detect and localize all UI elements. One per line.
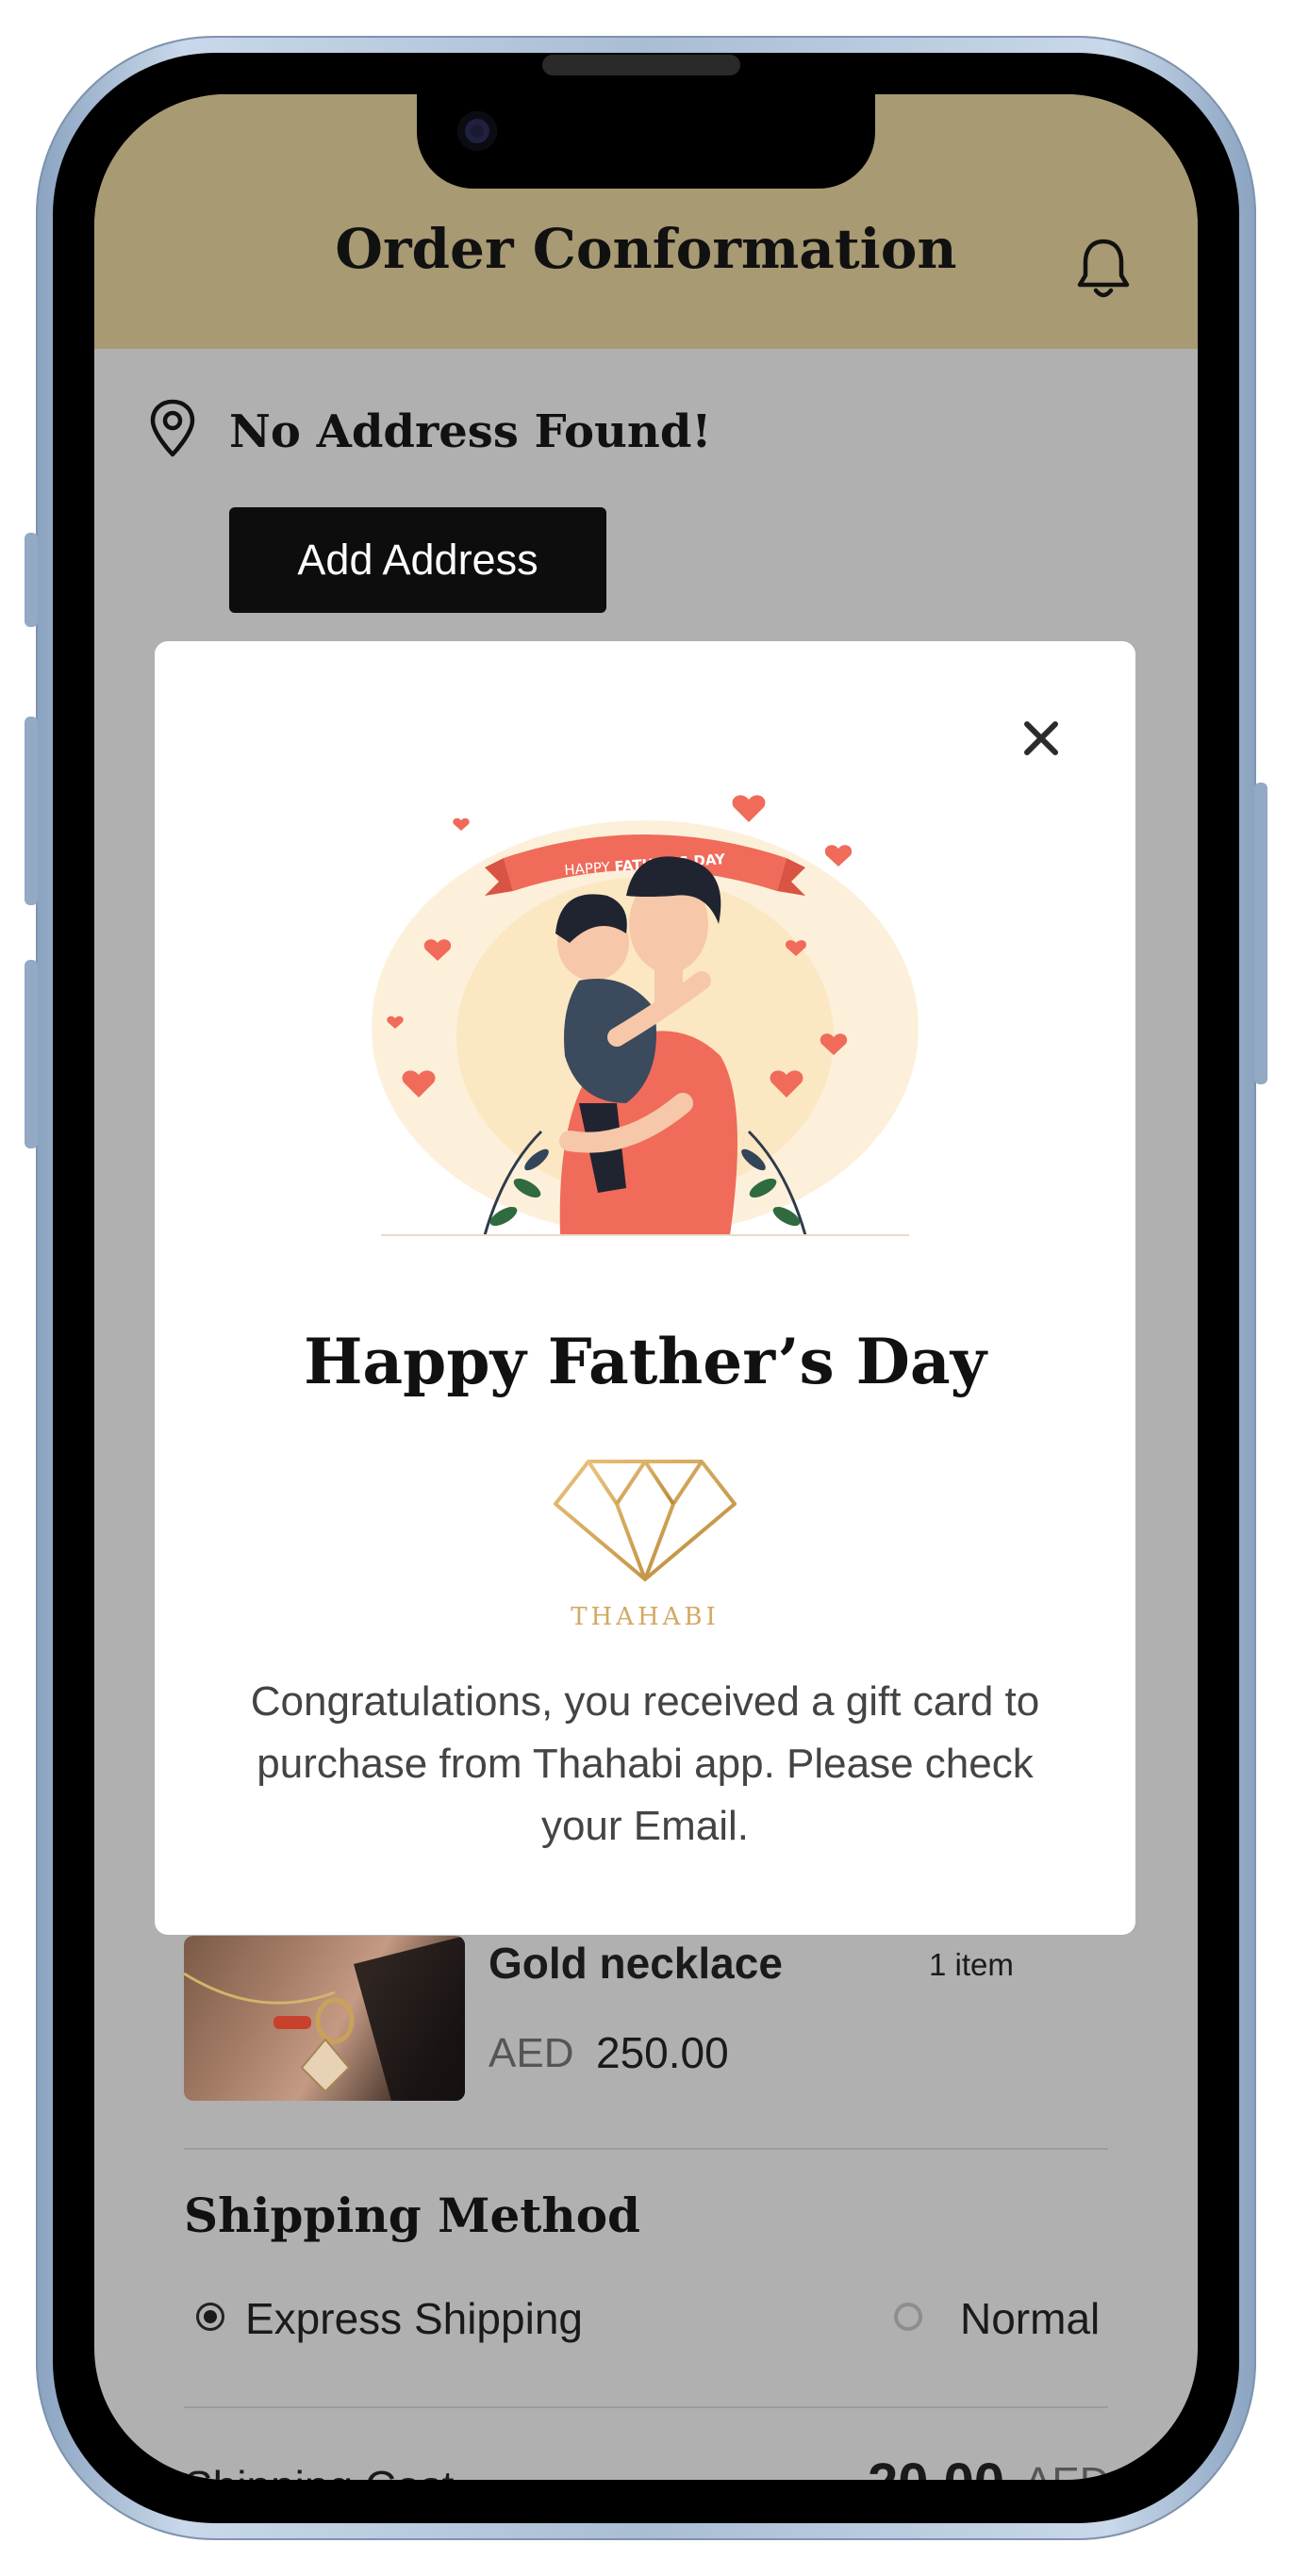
power-button [1254,783,1267,1084]
address-row: No Address Found! [147,398,996,464]
express-shipping-radio[interactable] [196,2303,224,2331]
bell-icon[interactable] [1075,236,1132,302]
shipping-cost-currency: AED [1024,2459,1109,2480]
express-shipping-label[interactable]: Express Shipping [245,2293,583,2344]
divider [184,2406,1108,2408]
product-quantity: 1 item [929,1947,1014,1982]
page-title: Order Conformation [335,217,957,281]
shipping-cost-value: 20.00 [868,2452,1004,2480]
shipping-method-title: Shipping Method [184,2188,641,2243]
front-camera [457,111,497,151]
volume-down-button [25,960,38,1148]
normal-shipping-radio[interactable] [894,2303,922,2331]
price-currency: AED [489,2030,574,2076]
diamond-logo-icon [554,1460,737,1581]
brand-name: THAHABI [571,1603,720,1631]
no-address-message: No Address Found! [229,405,712,458]
volume-up-button [25,717,38,905]
gift-card-message: Congratulations, you received a gift car… [250,1678,1040,1849]
mute-switch [25,533,38,627]
product-name: Gold necklace [489,1939,783,1988]
location-pin-icon [150,399,195,457]
product-image[interactable] [184,1936,465,2101]
close-icon[interactable] [1019,717,1063,760]
earpiece-speaker [542,55,740,75]
shipping-cost-label: Shipping Cost [184,2461,454,2480]
divider [184,2148,1108,2150]
gift-card-modal: HAPPY FATHER'S DAY [155,641,1135,1935]
add-address-button[interactable]: Add Address [229,507,606,613]
app-screen: Order Conformation No Address Found! Add… [94,94,1198,2480]
product-price: 250.00 [596,2028,729,2077]
normal-shipping-label[interactable]: Normal [960,2293,1100,2344]
modal-title: Happy Father’s Day [304,1325,986,1398]
fathers-day-illustration: HAPPY FATHER'S DAY [372,795,919,1236]
